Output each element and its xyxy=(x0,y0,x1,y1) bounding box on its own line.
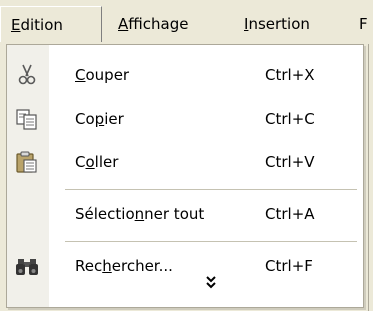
menu-item-shortcut: Ctrl+F xyxy=(265,257,313,275)
menu-separator xyxy=(65,241,357,242)
menu-item-label: Coller xyxy=(75,153,119,171)
menu-item-label: Copier xyxy=(75,110,124,128)
menu-affichage-accelerator: A xyxy=(118,15,129,33)
paste-icon xyxy=(15,150,39,174)
menu-format-label: F xyxy=(359,15,368,33)
menu-item-couper[interactable]: Couper Ctrl+X xyxy=(7,54,363,96)
binoculars-icon xyxy=(15,254,39,278)
menu-format[interactable]: F xyxy=(355,6,372,42)
menu-bar: Edition Affichage Insertion F xyxy=(0,0,373,44)
menu-item-shortcut: Ctrl+X xyxy=(265,66,315,84)
menu-insertion-label: nsertion xyxy=(248,15,310,33)
window-frame-edge xyxy=(365,44,373,311)
menu-item-selectionner-tout[interactable]: Sélectionner tout Ctrl+A xyxy=(7,193,363,235)
menu-item-label: Sélectionner tout xyxy=(75,205,205,223)
menu-insertion[interactable]: Insertion xyxy=(234,6,320,42)
menu-affichage-label: ffichage xyxy=(128,15,189,33)
double-chevron-down-icon[interactable] xyxy=(203,274,219,290)
menu-item-copier[interactable]: Copier Ctrl+C xyxy=(7,98,363,140)
menu-item-label: Couper xyxy=(75,66,130,84)
menu-item-coller[interactable]: Coller Ctrl+V xyxy=(7,141,363,183)
menu-item-shortcut: Ctrl+A xyxy=(265,205,315,223)
menu-item-rechercher[interactable]: Rechercher... Ctrl+F xyxy=(7,245,363,287)
application-window: Edition Affichage Insertion F Couper Ctr… xyxy=(0,0,373,311)
menu-edition[interactable]: Edition xyxy=(0,6,102,42)
edition-dropdown-menu: Couper Ctrl+X Copier Ctrl+C Coller Ctrl+… xyxy=(6,44,364,308)
menu-edition-label: dition xyxy=(20,16,63,34)
menu-affichage[interactable]: Affichage xyxy=(108,6,198,42)
copy-icon xyxy=(15,107,39,131)
menu-item-label: Rechercher... xyxy=(75,257,173,275)
menu-separator xyxy=(65,189,357,190)
scissors-icon xyxy=(15,63,39,87)
menu-item-shortcut: Ctrl+C xyxy=(265,110,315,128)
menu-item-shortcut: Ctrl+V xyxy=(265,153,315,171)
